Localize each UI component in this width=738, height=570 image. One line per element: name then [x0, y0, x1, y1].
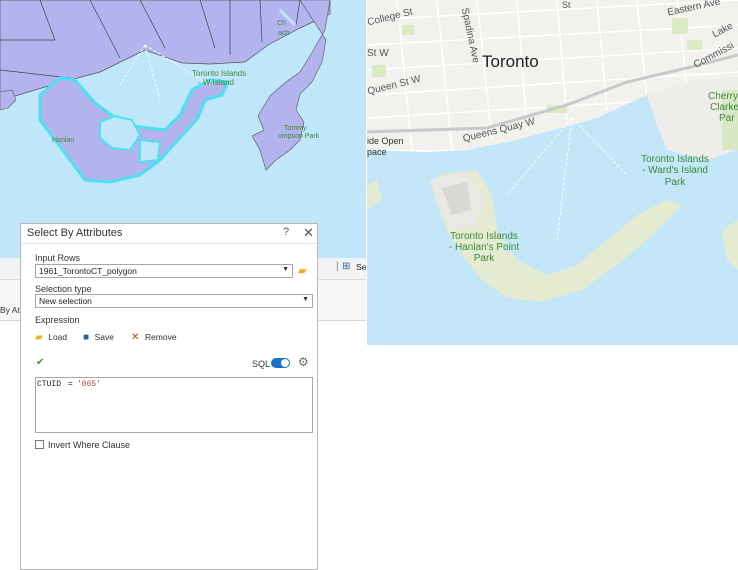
folder-browse-icon[interactable]: ▰	[298, 264, 306, 277]
expr-operator: =	[68, 380, 73, 389]
selection-type-label: Selection type	[35, 284, 92, 294]
map-view-right[interactable]: Toronto College St Spadina Ave Queen St …	[367, 0, 738, 345]
toolbar-select-label[interactable]: Se	[356, 262, 366, 272]
map-view-left[interactable]: Toronto Islands - W Island Hanlan Tommy …	[0, 0, 366, 258]
dialog-title: Select By Attributes	[27, 227, 123, 239]
selection-type-dropdown[interactable]: New selection ▼	[35, 294, 313, 308]
place-hanlans-l2: - Hanlan's Point	[448, 242, 520, 253]
checkmark-valid-icon: ✔	[36, 357, 45, 368]
place-wards-island-l1: Toronto Islands	[641, 154, 709, 165]
expr-field: CTUID	[37, 380, 62, 389]
close-icon[interactable]: ✕	[303, 225, 314, 241]
remove-button[interactable]: ✕ Remove	[131, 332, 177, 343]
place-clarke: Clarke	[710, 102, 738, 113]
street-st-top: St	[562, 0, 571, 10]
load-label: Load	[48, 332, 68, 342]
select-by-attributes-icon[interactable]: ⊞	[342, 261, 350, 272]
remove-x-icon: ✕	[131, 332, 140, 343]
map-label-toronto: Toronto	[482, 52, 539, 71]
input-rows-label: Input Rows	[35, 253, 81, 263]
select-by-attributes-dialog: Select By Attributes ? ✕ Input Rows 1961…	[20, 223, 318, 570]
map-label-toronto-islands: Toronto Islands	[192, 69, 247, 78]
sql-expression-editor[interactable]: CTUID = '065'	[35, 377, 313, 433]
map-label-beach: ach	[278, 30, 290, 37]
place-hanlans-l3: Park	[473, 253, 495, 264]
map-label-tommy: Tommy	[284, 125, 307, 132]
invert-where-label: Invert Where Clause	[48, 440, 131, 450]
invert-where-checkbox[interactable]	[35, 440, 44, 449]
map-label-ch: Ch	[277, 20, 286, 27]
remove-label: Remove	[144, 332, 177, 342]
input-rows-dropdown[interactable]: 1961_TorontoCT_polygon ▼	[35, 264, 293, 278]
place-cherry: Cherry	[708, 91, 738, 102]
save-disk-icon: ■	[83, 332, 90, 343]
place-par: Par	[719, 113, 735, 124]
save-button[interactable]: ■ Save	[83, 332, 114, 343]
gear-icon[interactable]: ⚙	[298, 355, 309, 369]
place-wards-island-l2: - Ward's Island	[641, 165, 708, 176]
dialog-titlebar[interactable]: Select By Attributes ? ✕	[21, 224, 317, 244]
place-space: pace	[367, 147, 387, 157]
place-hanlans-l1: Toronto Islands	[450, 231, 518, 242]
chevron-down-icon: ▼	[282, 266, 289, 273]
chevron-down-icon: ▼	[302, 296, 309, 303]
map-canvas[interactable]	[0, 0, 366, 258]
pane-tab-select-by-attributes[interactable]: By Att	[0, 305, 22, 315]
toolbar-separator: |	[336, 261, 339, 272]
street-st-w: St W	[367, 48, 389, 59]
selection-type-value: New selection	[39, 296, 92, 306]
sql-toggle[interactable]	[271, 358, 290, 368]
load-button[interactable]: ▰ Load	[35, 332, 67, 343]
place-wards-island-l3: Park	[664, 177, 686, 188]
map-label-hanlan: Hanlan	[52, 137, 75, 144]
folder-open-icon: ▰	[35, 332, 43, 343]
place-ide-open: ide Open	[367, 136, 404, 146]
map-label-wards-island: - W Island	[198, 78, 235, 87]
save-label: Save	[94, 332, 114, 342]
expr-value: '065'	[77, 380, 102, 389]
input-rows-value: 1961_TorontoCT_polygon	[39, 266, 137, 276]
expression-label: Expression	[35, 315, 80, 325]
sql-label: SQL	[252, 359, 271, 369]
map-label-thompson-park: ompson Park	[278, 133, 320, 140]
help-icon[interactable]: ?	[283, 226, 289, 238]
